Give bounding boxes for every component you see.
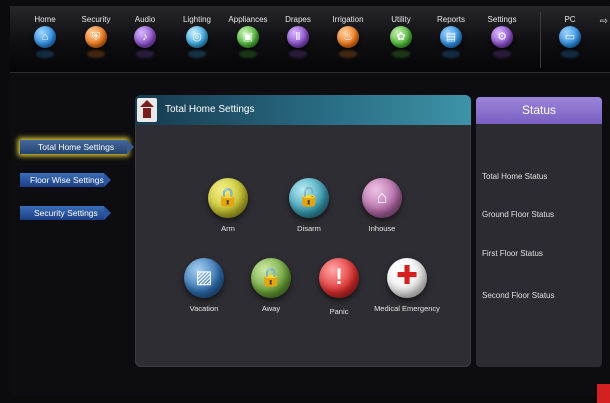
medical-emergency-label: Medical Emergency bbox=[374, 304, 440, 313]
nav-settings-label: Settings bbox=[487, 15, 517, 24]
sidebar-item-total-home-settings[interactable]: Total Home Settings bbox=[20, 140, 134, 154]
padlock-icon: 🔒 bbox=[208, 178, 248, 218]
arm-button[interactable]: 🔒 Arm bbox=[183, 178, 273, 233]
lightbulb-icon: ◎ bbox=[186, 26, 208, 48]
appliance-icon: ▣ bbox=[237, 26, 259, 48]
nav-home[interactable]: Home ⌂ bbox=[20, 6, 70, 58]
reports-icon: ▤ bbox=[440, 26, 462, 48]
medical-emergency-button[interactable]: ✚ Medical Emergency bbox=[362, 258, 452, 313]
music-icon: ♪ bbox=[134, 26, 156, 48]
sidebar-item-label: Floor Wise Settings bbox=[30, 175, 104, 185]
arm-label: Arm bbox=[221, 224, 235, 233]
home-icon: ⌂ bbox=[34, 26, 56, 48]
inhouse-label: Inhouse bbox=[368, 224, 396, 233]
status-item-ground-floor[interactable]: Ground Floor Status bbox=[482, 210, 554, 219]
nav-divider bbox=[540, 12, 541, 68]
nav-audio-label: Audio bbox=[134, 15, 156, 24]
sidebar-item-label: Security Settings bbox=[34, 208, 98, 218]
nav-audio[interactable]: Audio ♪ bbox=[120, 6, 170, 58]
vacation-icon: ▨ bbox=[184, 258, 224, 298]
monitor-icon: ▭ bbox=[559, 26, 581, 48]
settings-icon: ⚙ bbox=[491, 26, 513, 48]
status-item-total-home[interactable]: Total Home Status bbox=[482, 172, 547, 181]
nav-irrigation-label: Irrigation bbox=[332, 15, 364, 24]
top-nav: Home ⌂ Security ⛨ Audio ♪ Lighting ◎ App… bbox=[10, 6, 610, 73]
nav-reports[interactable]: Reports ▤ bbox=[426, 6, 476, 58]
nav-lighting[interactable]: Lighting ◎ bbox=[172, 6, 222, 58]
nav-security[interactable]: Security ⛨ bbox=[71, 6, 121, 58]
irrigation-icon: ♨ bbox=[337, 26, 359, 48]
nav-reports-label: Reports bbox=[436, 15, 465, 24]
nav-pc[interactable]: PC ▭ bbox=[545, 6, 595, 58]
nav-lighting-label: Lighting bbox=[182, 15, 212, 24]
status-item-second-floor[interactable]: Second Floor Status bbox=[482, 291, 554, 300]
nav-appliances-label: Appliances bbox=[228, 15, 268, 24]
sidebar-item-label: Total Home Settings bbox=[38, 142, 115, 152]
nav-security-label: Security bbox=[81, 15, 111, 24]
nav-drapes[interactable]: Drapes Ⅱ bbox=[273, 6, 323, 58]
status-panel bbox=[476, 97, 602, 367]
away-icon: 🔒 bbox=[251, 258, 291, 298]
nav-utility[interactable]: Utility ✿ bbox=[376, 6, 426, 58]
shield-icon: ⛨ bbox=[85, 26, 107, 48]
house-icon: ⌂ bbox=[362, 178, 402, 218]
page-title: Total Home Settings bbox=[165, 104, 255, 115]
sidebar-item-floor-wise-settings[interactable]: Floor Wise Settings bbox=[20, 173, 111, 187]
nav-utility-label: Utility bbox=[391, 15, 411, 24]
inhouse-button[interactable]: ⌂ Inhouse bbox=[337, 178, 427, 233]
nav-pc-label: PC bbox=[564, 15, 576, 24]
status-title: Status bbox=[521, 103, 557, 117]
drapes-icon: Ⅱ bbox=[287, 26, 309, 48]
nav-drapes-label: Drapes bbox=[285, 15, 311, 24]
nav-settings[interactable]: Settings ⚙ bbox=[477, 6, 527, 58]
medical-cross-icon: ✚ bbox=[387, 258, 427, 298]
sidebar-item-security-settings[interactable]: Security Settings bbox=[20, 206, 111, 220]
nav-irrigation[interactable]: Irrigation ♨ bbox=[323, 6, 373, 58]
nav-home-label: Home bbox=[34, 15, 56, 24]
house-icon bbox=[137, 98, 157, 122]
unlocked-padlock-icon: 🔓 bbox=[289, 178, 329, 218]
status-item-first-floor[interactable]: First Floor Status bbox=[482, 249, 543, 258]
utility-icon: ✿ bbox=[390, 26, 412, 48]
corner-logo-badge bbox=[597, 384, 610, 403]
nav-appliances[interactable]: Appliances ▣ bbox=[223, 6, 273, 58]
exclamation-icon: ! bbox=[319, 258, 359, 298]
collapse-arrow-icon[interactable]: ⇨ bbox=[600, 16, 608, 27]
